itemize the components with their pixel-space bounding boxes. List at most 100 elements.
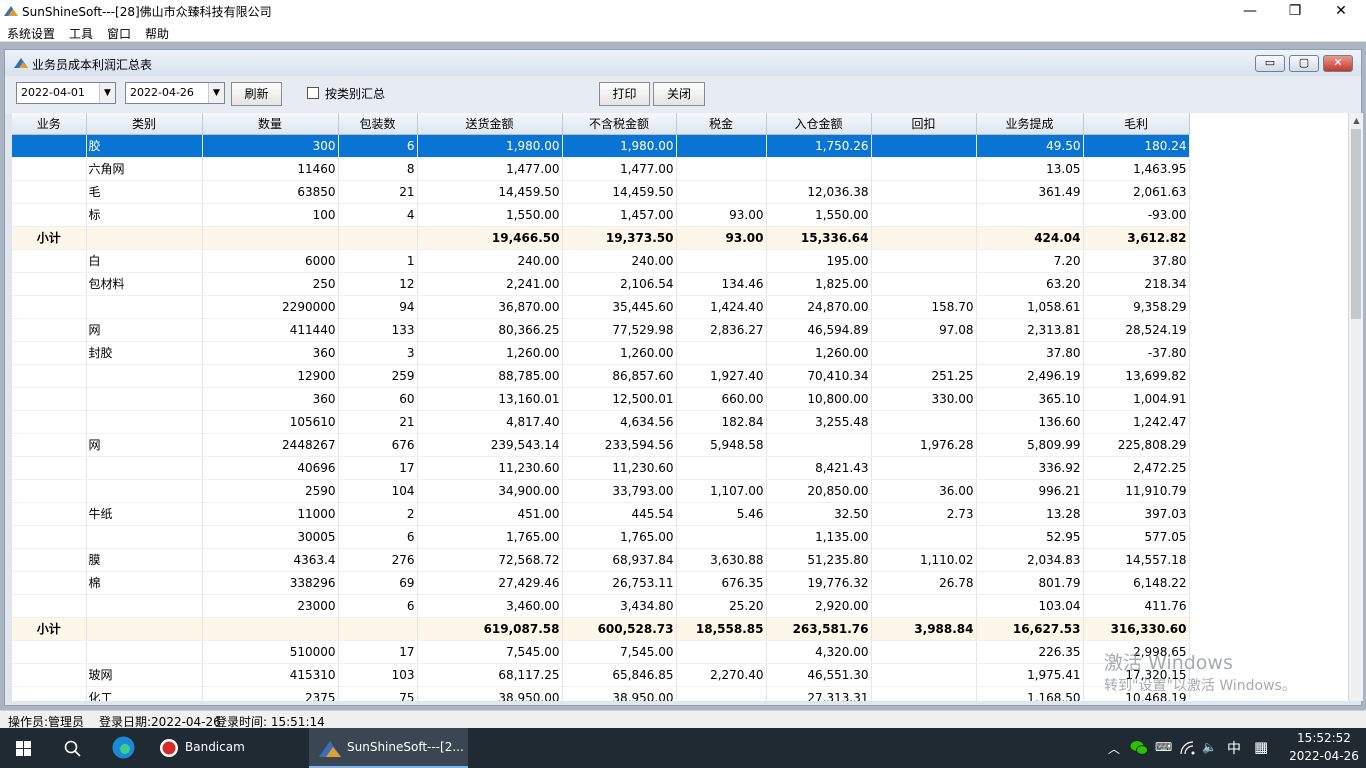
column-header[interactable]: 税金	[676, 113, 767, 135]
print-button[interactable]: 打印	[599, 82, 650, 106]
start-button[interactable]	[0, 728, 46, 768]
table-row[interactable]: 23000 6 3,460.00 3,434.80 25.20 2,920.00 103.0…	[12, 594, 1190, 618]
cell-value: 80,366.25	[498, 322, 560, 337]
table-cell: 233,594.56	[562, 433, 677, 457]
chevron-down-icon[interactable]: ▼	[99, 83, 115, 103]
column-header[interactable]: 回扣	[871, 113, 977, 135]
table-row[interactable]: 包材料 250 12 2,241.00 2,106.54 134.46 1,825.00 63…	[12, 272, 1190, 296]
show-hidden-icons-chevron-icon[interactable]: ︿	[1108, 740, 1120, 757]
table-row[interactable]: 封胶 360 3 1,260.00 1,260.00 1,260.00 37.80 -37.8…	[12, 341, 1190, 365]
network-icon[interactable]	[1180, 741, 1196, 755]
subtotal-row[interactable]: 小计 19,466.50 19,373.50 93.00 15,336.64 424.04…	[12, 226, 1190, 250]
cell-value: 2,241.00	[506, 276, 560, 291]
vertical-scrollbar[interactable]: ▲	[1348, 113, 1363, 701]
table-row[interactable]: 六角网 11460 8 1,477.00 1,477.00 13.05 1,463.95	[12, 157, 1190, 181]
column-header[interactable]: 业务	[12, 113, 87, 135]
menu-tools[interactable]: 工具	[69, 25, 93, 42]
column-header[interactable]: 毛利	[1083, 113, 1190, 135]
date-to-picker[interactable]: 2022-04-26 ▼	[125, 82, 225, 104]
table-row[interactable]: 2290000 94 36,870.00 35,445.60 1,424.40 24,87…	[12, 295, 1190, 319]
table-cell: 2590	[202, 479, 339, 503]
cell-value: 69	[399, 575, 415, 590]
column-header[interactable]: 不含税金额	[562, 113, 677, 135]
table-cell: 134.46	[676, 272, 767, 296]
cell-value: 2290000	[282, 299, 336, 314]
table-row[interactable]: 105610 21 4,817.40 4,634.56 182.84 3,255.48 13…	[12, 410, 1190, 434]
column-header[interactable]: 送货金额	[417, 113, 563, 135]
table-cell: 33,793.00	[562, 479, 677, 503]
report-close-button[interactable]: ✕	[1323, 55, 1353, 72]
sunshinesoft-taskbar-button[interactable]: SunShineSoft---[2...	[309, 728, 468, 768]
cell-value: 34,900.00	[498, 483, 560, 498]
column-header[interactable]: 入仓金额	[766, 113, 872, 135]
table-row[interactable]: 12900 259 88,785.00 86,857.60 1,927.40 70,410…	[12, 364, 1190, 388]
close-button[interactable]: ✕	[1318, 0, 1364, 22]
minimize-button[interactable]: —	[1227, 0, 1273, 22]
cell-value: 263,581.76	[792, 621, 869, 636]
cell-value: 3,630.88	[710, 552, 764, 567]
table-row[interactable]: 白 6000 1 240.00 240.00 195.00 7.20 37.80	[12, 249, 1190, 273]
date-from-picker[interactable]: 2022-04-01 ▼	[16, 82, 116, 104]
table-row[interactable]: 30005 6 1,765.00 1,765.00 1,135.00 52.95 577.0…	[12, 525, 1190, 549]
table-cell: 38,950.00	[562, 686, 677, 701]
table-row[interactable]: 网 411440 133 80,366.25 77,529.98 2,836.27 46,5…	[12, 318, 1190, 342]
table-row[interactable]: 网 2448267 676 239,543.14 233,594.56 5,948.58 1…	[12, 433, 1190, 457]
column-header[interactable]: 包装数	[338, 113, 418, 135]
table-cell: 11,910.79	[1083, 479, 1190, 503]
ime-mode-indicator[interactable]: 中	[1227, 738, 1241, 758]
column-header[interactable]: 数量	[202, 113, 339, 135]
table-row[interactable]: 毛 63850 21 14,459.50 14,459.50 12,036.38 361.4…	[12, 180, 1190, 204]
table-row[interactable]: 膜 4363.4 276 72,568.72 68,937.84 3,630.88 51,2…	[12, 548, 1190, 572]
cell-value: 26.78	[939, 575, 974, 590]
table-cell: 4	[338, 203, 418, 227]
chevron-down-icon[interactable]: ▼	[208, 83, 224, 103]
keyboard-grid-icon[interactable]: ▦	[1254, 738, 1268, 756]
table-cell: 397.03	[1083, 502, 1190, 526]
table-row[interactable]: 2590 104 34,900.00 33,793.00 1,107.00 20,850.…	[12, 479, 1190, 503]
refresh-button[interactable]: 刷新	[231, 82, 282, 106]
table-row[interactable]: 40696 17 11,230.60 11,230.60 8,421.43 336.92 2…	[12, 456, 1190, 480]
subtotal-row[interactable]: 小计 619,087.58 600,528.73 18,558.85 263,581.7…	[12, 617, 1190, 641]
table-cell: 3,612.82	[1083, 226, 1190, 250]
cell-value: 68,117.25	[498, 667, 560, 682]
table-row[interactable]: 510000 17 7,545.00 7,545.00 4,320.00 226.35 2,…	[12, 640, 1190, 664]
system-clock[interactable]: 15:52:52 2022-04-26	[1289, 731, 1359, 763]
table-row[interactable]: 360 60 13,160.01 12,500.01 660.00 10,800.00 33…	[12, 387, 1190, 411]
group-by-category-checkbox[interactable]	[307, 87, 319, 99]
table-cell: 1,260.00	[417, 341, 563, 365]
table-row[interactable]: 棉 338296 69 27,429.46 26,753.11 676.35 19,776.…	[12, 571, 1190, 595]
table-cell: 40696	[202, 456, 339, 480]
table-cell: 24,870.00	[766, 295, 872, 319]
wechat-icon[interactable]	[1130, 740, 1148, 756]
table-row[interactable]: 牛纸 11000 2 451.00 445.54 5.46 32.50 2.73 13.28 39…	[12, 502, 1190, 526]
restore-button[interactable]: ❐	[1272, 0, 1318, 22]
column-header[interactable]: 业务提成	[976, 113, 1084, 135]
report-maximize-button[interactable]: ▢	[1289, 55, 1319, 72]
input-method-icon[interactable]: ⌨	[1155, 740, 1172, 754]
close-report-button[interactable]: 关闭	[653, 82, 705, 106]
table-row[interactable]: 玻网 415310 103 68,117.25 65,846.85 2,270.40 46,…	[12, 663, 1190, 687]
report-minimize-button[interactable]: ▭	[1255, 55, 1285, 72]
selected-table-row[interactable]: 胶 300 6 1,980.00 1,980.00 1,750.26 49.50 180.24	[12, 134, 1190, 158]
cell-value: 300	[312, 138, 336, 153]
table-cell: 361.49	[976, 180, 1084, 204]
table-cell: 5,948.58	[676, 433, 767, 457]
scroll-up-icon[interactable]: ▲	[1349, 113, 1364, 128]
search-button[interactable]	[50, 728, 96, 768]
volume-icon[interactable]: 🔈	[1202, 740, 1217, 754]
table-cell: 4,634.56	[562, 410, 677, 434]
menu-system-settings[interactable]: 系统设置	[7, 25, 55, 42]
table-cell: 12	[338, 272, 418, 296]
edge-taskbar-button[interactable]	[100, 728, 146, 768]
report-title-bar: 业务员成本利润汇总表 ▭ ▢ ✕	[5, 50, 1361, 76]
table-row[interactable]: 化工 2375 75 38,950.00 38,950.00 27,313.31 1,168…	[12, 686, 1190, 701]
menu-help[interactable]: 帮助	[145, 25, 169, 42]
scrollbar-thumb[interactable]	[1351, 129, 1361, 319]
bandicam-taskbar-button[interactable]: Bandicam	[152, 728, 304, 768]
menu-window[interactable]: 窗口	[107, 25, 131, 42]
table-row[interactable]: 标 100 4 1,550.00 1,457.00 93.00 1,550.00 -93.00	[12, 203, 1190, 227]
cell-value: 2.73	[946, 506, 974, 521]
table-cell: 676	[338, 433, 418, 457]
table-cell	[871, 686, 977, 701]
column-header[interactable]: 类别	[86, 113, 203, 135]
